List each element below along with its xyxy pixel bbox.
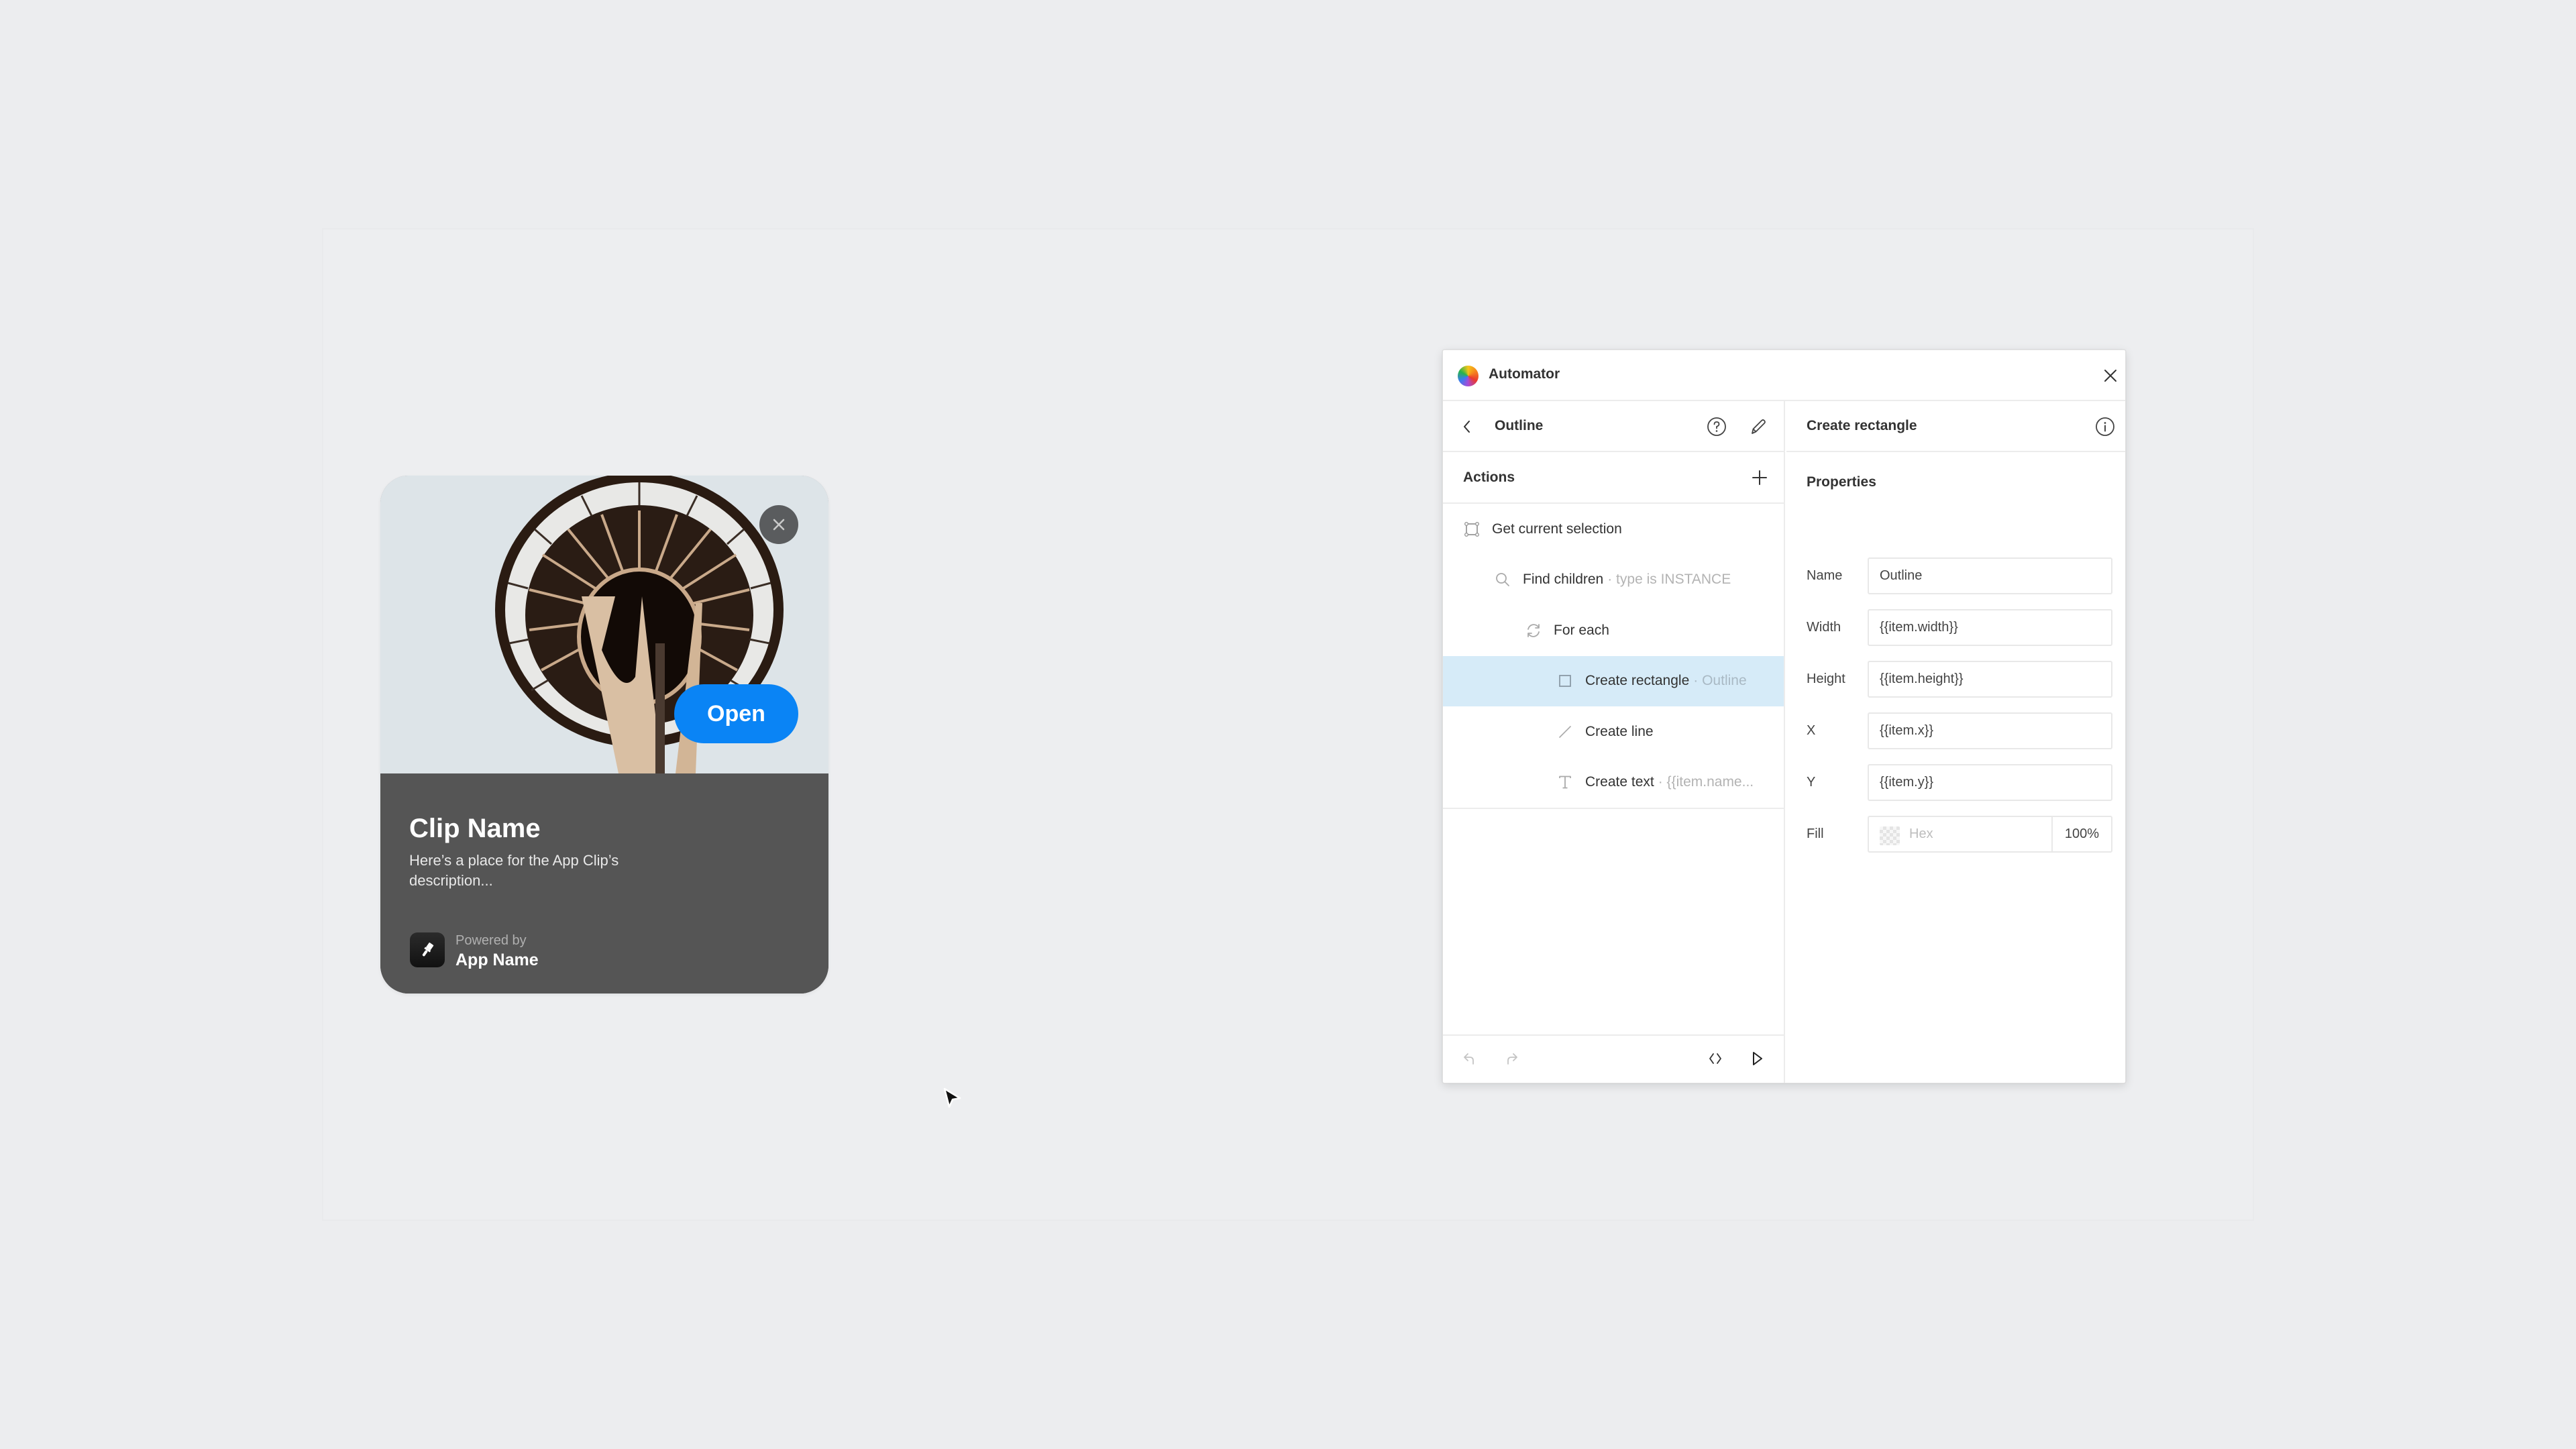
action-detail: · Outline: [1693, 673, 1747, 689]
color-swatch[interactable]: [1880, 826, 1900, 845]
selected-action-title: Create rectangle: [1807, 418, 1917, 433]
action-label: Find children: [1523, 572, 1604, 588]
property-label: Fill: [1807, 826, 1824, 841]
automator-logo-icon: [1458, 366, 1479, 386]
height-input[interactable]: [1868, 661, 2112, 698]
property-width: Width: [1786, 609, 2125, 647]
action-item-for-each[interactable]: For each: [1443, 605, 1784, 656]
clip-close-button[interactable]: [759, 505, 798, 544]
property-label: Name: [1807, 568, 1843, 583]
action-label: For each: [1554, 622, 1609, 638]
name-input[interactable]: [1868, 557, 2112, 594]
action-detail: · type is INSTANCE: [1607, 572, 1731, 588]
run-button[interactable]: [1746, 1048, 1768, 1069]
help-circle-icon: [1707, 417, 1726, 436]
properties-heading: Properties: [1807, 474, 1876, 490]
action-label: Create text: [1585, 774, 1654, 790]
action-list: Get current selection Find children · ty…: [1443, 504, 1784, 809]
add-action-button[interactable]: [1749, 467, 1770, 488]
selection-icon: [1463, 521, 1481, 538]
pencil-icon: [1752, 419, 1766, 434]
close-icon: [2104, 370, 2116, 382]
property-x: X: [1786, 712, 2125, 750]
action-item-create-line[interactable]: Create line: [1443, 706, 1784, 757]
action-label: Get current selection: [1492, 521, 1622, 537]
close-icon: [773, 519, 785, 531]
play-icon: [1753, 1052, 1762, 1065]
search-icon: [1494, 571, 1511, 588]
mouse-cursor-icon: [943, 1087, 961, 1108]
actions-pane: Outline Actions Get current selection Fi…: [1443, 401, 1785, 1083]
width-input[interactable]: [1868, 609, 2112, 646]
help-button[interactable]: [1705, 415, 1729, 439]
text-icon: [1556, 773, 1574, 791]
action-item-create-text[interactable]: Create text · {{item.name...: [1443, 757, 1784, 808]
code-view-button[interactable]: [1705, 1048, 1726, 1069]
redo-button[interactable]: [1501, 1048, 1522, 1069]
fill-opacity-input[interactable]: [2051, 817, 2111, 851]
code-icon: [1709, 1053, 1721, 1064]
paintbrush-icon: [422, 943, 434, 957]
edit-button[interactable]: [1746, 415, 1770, 439]
plugin-title: Automator: [1489, 366, 1560, 382]
clip-info-panel: Clip Name Here’s a place for the App Cli…: [380, 773, 828, 994]
property-height: Height: [1786, 661, 2125, 698]
property-label: Y: [1807, 775, 1816, 790]
plugin-titlebar: Automator: [1443, 350, 2125, 401]
line-icon: [1556, 723, 1574, 741]
chevron-left-icon: [1464, 421, 1470, 433]
action-detail: · {{item.name...: [1658, 774, 1754, 790]
fill-field: [1868, 816, 2112, 853]
info-button[interactable]: [2093, 415, 2117, 439]
action-label: Create rectangle: [1585, 673, 1690, 689]
automation-name: Outline: [1495, 418, 1544, 433]
redo-icon: [1507, 1053, 1517, 1065]
automator-plugin-window: Automator Outline Actions Get current se…: [1442, 350, 2126, 1083]
undo-icon: [1464, 1053, 1474, 1065]
plus-icon: [1752, 470, 1767, 485]
action-item-find-children[interactable]: Find children · type is INSTANCE: [1443, 555, 1784, 606]
powered-by-label: Powered by: [455, 933, 527, 948]
property-name: Name: [1786, 557, 2125, 595]
property-fill: Fill: [1786, 816, 2125, 853]
open-button[interactable]: Open: [674, 684, 798, 743]
x-input[interactable]: [1868, 712, 2112, 749]
y-input[interactable]: [1868, 764, 2112, 801]
property-y: Y: [1786, 764, 2125, 802]
back-button[interactable]: [1456, 416, 1478, 437]
property-label: Height: [1807, 672, 1845, 686]
action-item-create-rectangle[interactable]: Create rectangle · Outline: [1443, 655, 1784, 706]
clip-title: Clip Name: [409, 814, 541, 843]
loop-icon: [1525, 622, 1542, 639]
app-icon: [410, 932, 445, 967]
properties-header: Create rectangle: [1786, 401, 2125, 452]
actions-header: Actions: [1443, 452, 1784, 504]
rectangle-icon: [1556, 672, 1574, 690]
actions-heading: Actions: [1463, 470, 1515, 485]
fill-hex-input[interactable]: [1909, 817, 2050, 851]
automation-header: Outline: [1443, 401, 1784, 452]
clip-description: Here’s a place for the App Clip’s descri…: [409, 852, 619, 889]
info-icon: [2096, 417, 2114, 436]
property-label: Width: [1807, 620, 1841, 635]
action-label: Create line: [1585, 723, 1654, 739]
property-label: X: [1807, 723, 1816, 738]
close-plugin-button[interactable]: [2098, 364, 2123, 388]
action-item-get-current-selection[interactable]: Get current selection: [1443, 504, 1784, 555]
properties-pane: Create rectangle Properties Name Width H…: [1786, 401, 2125, 1083]
actions-footer: [1443, 1034, 1784, 1083]
undo-button[interactable]: [1459, 1048, 1481, 1069]
app-name: App Name: [455, 951, 539, 969]
